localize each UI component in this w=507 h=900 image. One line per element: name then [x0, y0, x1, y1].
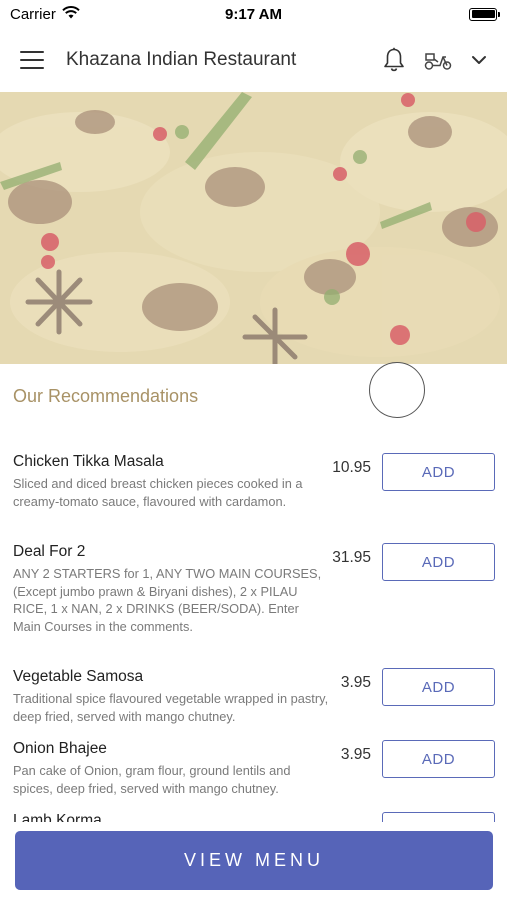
item-description: ANY 2 STARTERS for 1, ANY TWO MAIN COURS… [13, 566, 322, 634]
hero-image [0, 92, 507, 364]
item-name: Chicken Tikka Masala [13, 453, 164, 470]
chevron-down-icon[interactable] [471, 55, 487, 65]
item-price: 3.95 [340, 746, 371, 763]
scooter-icon[interactable] [423, 49, 453, 71]
hamburger-menu-icon[interactable] [20, 51, 44, 69]
app-header: Khazana Indian Restaurant [0, 28, 507, 92]
view-menu-button[interactable]: VIEW MENU [15, 831, 493, 890]
status-left: Carrier [10, 6, 80, 23]
item-price: 10.95 [332, 459, 371, 476]
battery-icon [469, 7, 500, 21]
restaurant-title: Khazana Indian Restaurant [66, 49, 297, 70]
item-description: Traditional spice flavoured vegetable wr… [13, 691, 329, 724]
add-button[interactable]: ADD [382, 453, 495, 491]
item-name: Lamb Korma [13, 812, 102, 822]
carrier-label: Carrier [10, 5, 56, 23]
bell-icon[interactable] [383, 47, 405, 73]
recommendations-list: Chicken Tikka Masala Sliced and diced br… [0, 440, 507, 822]
status-bar: Carrier 9:17 AM [0, 0, 507, 28]
add-button[interactable]: ADD [382, 668, 495, 706]
item-name: Onion Bhajee [13, 740, 107, 757]
add-button[interactable]: ADD [382, 740, 495, 778]
item-price: 3.95 [340, 674, 371, 691]
item-price: 31.95 [332, 549, 371, 566]
add-button[interactable]: ADD [382, 812, 495, 822]
add-button[interactable]: ADD [382, 543, 495, 581]
header-icons [383, 47, 487, 73]
wifi-icon [62, 5, 80, 23]
recommendations-title: Our Recommendations [13, 386, 199, 406]
item-name: Deal For 2 [13, 543, 86, 560]
item-name: Vegetable Samosa [13, 668, 144, 685]
loading-spinner-icon [369, 362, 425, 418]
item-description: Sliced and diced breast chicken pieces c… [13, 476, 303, 509]
item-description: Pan cake of Onion, gram flour, ground le… [13, 763, 291, 796]
